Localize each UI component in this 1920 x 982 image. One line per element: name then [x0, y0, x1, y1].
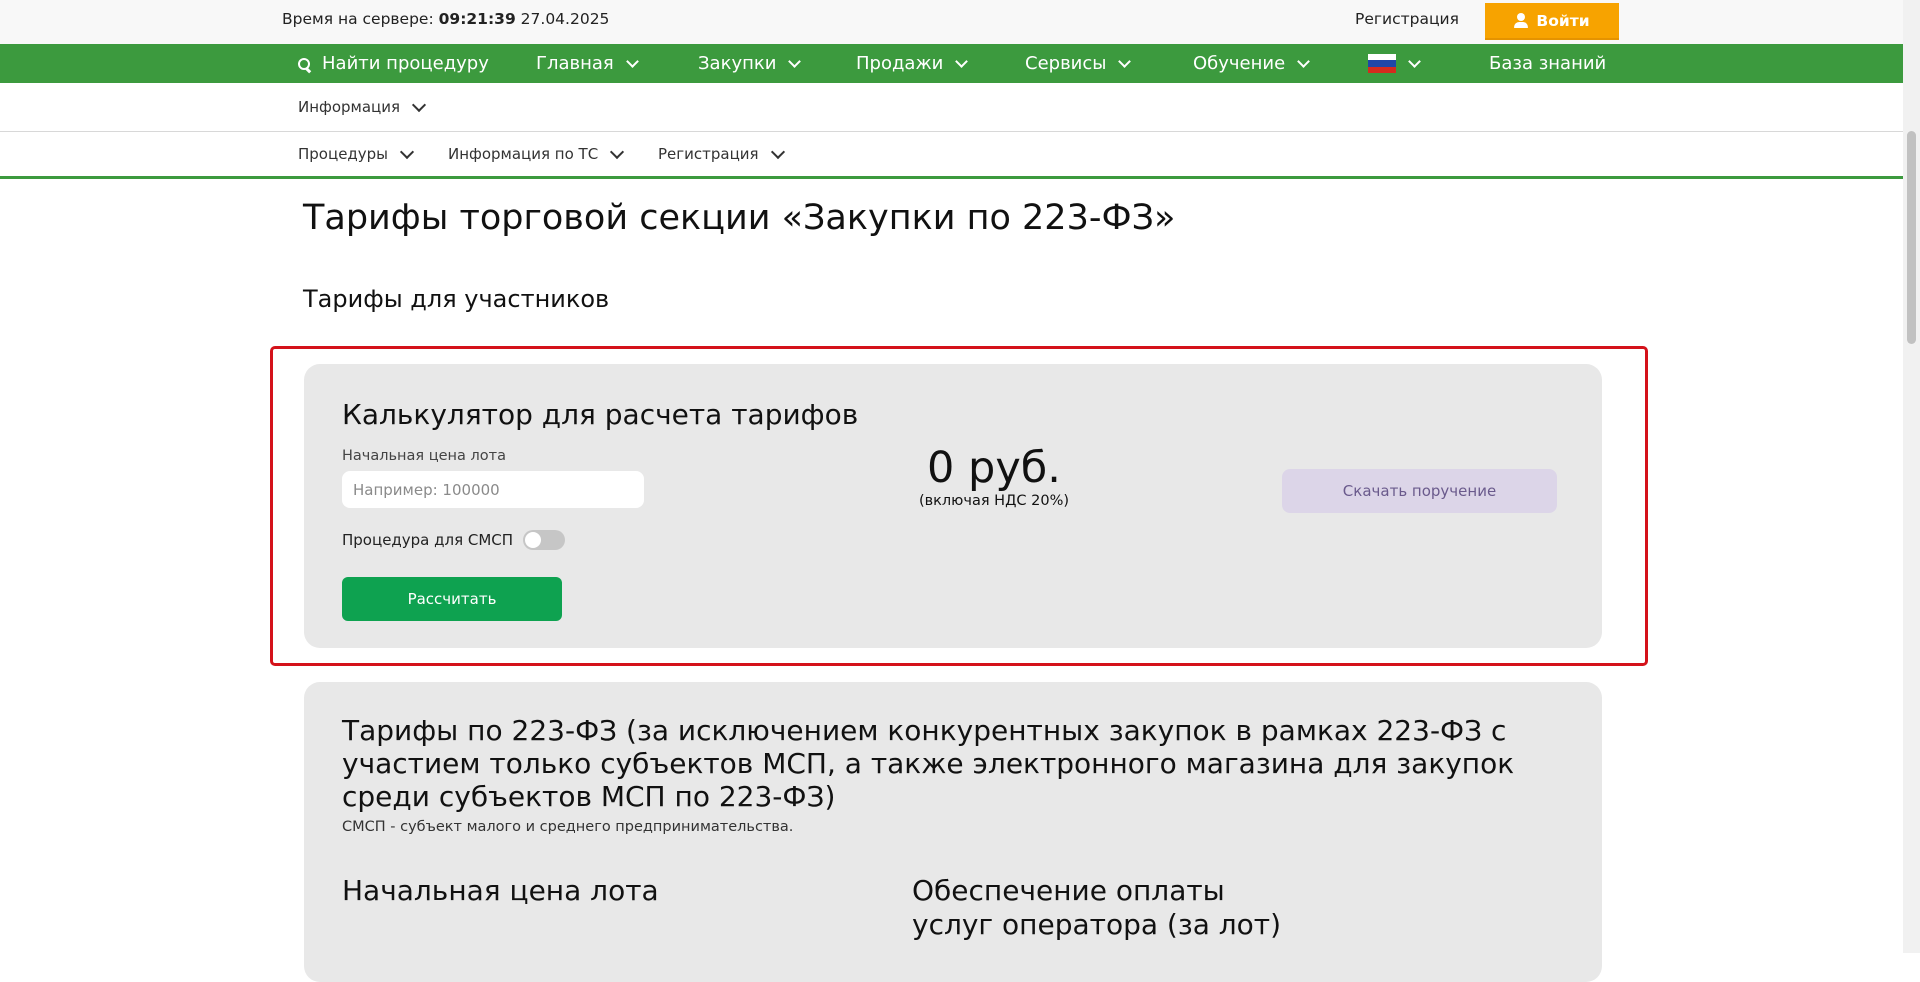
scrollbar-thumb[interactable]: [1907, 131, 1916, 344]
nav-item-education[interactable]: Обучение: [1193, 44, 1311, 83]
subnav-item-label: Информация по ТС: [448, 145, 599, 163]
nav-item-label: Главная: [536, 53, 614, 74]
subnav-item-label: Процедуры: [298, 145, 389, 163]
page-title: Тарифы торговой секции «Закупки по 223-Ф…: [303, 198, 1176, 238]
nav-item-label: Сервисы: [1025, 53, 1107, 74]
chevron-down-icon: [788, 54, 802, 68]
find-procedure-link[interactable]: Найти процедуру: [298, 44, 489, 83]
chevron-down-icon: [625, 54, 639, 68]
chevron-down-icon: [1408, 54, 1421, 68]
language-selector[interactable]: [1368, 44, 1421, 83]
sub-nav-primary: Информация: [0, 83, 1903, 132]
chevron-down-icon: [399, 144, 415, 159]
subnav-item-label: Регистрация: [658, 145, 759, 163]
server-date-value: 27.04.2025: [520, 10, 610, 28]
top-bar: Время на сервере: 09:21:39 27.04.2025 Ре…: [0, 0, 1903, 44]
main-nav: Найти процедуру Главная Закупки Продажи …: [0, 44, 1903, 83]
login-label: Войти: [1536, 11, 1590, 30]
tariff-subtitle: СМСП - субъект малого и среднего предпри…: [342, 819, 794, 835]
nav-item-main[interactable]: Главная: [536, 44, 639, 83]
nav-item-sales[interactable]: Продажи: [856, 44, 969, 83]
sub-nav-secondary: Процедуры Информация по ТС Регистрация: [0, 132, 1903, 179]
column-header-operator-fee: Обеспечение оплаты услуг оператора (за л…: [912, 874, 1292, 942]
server-time-label: Время на сервере:: [282, 10, 434, 28]
russia-flag-icon: [1368, 54, 1396, 73]
nav-item-label: Обучение: [1193, 53, 1286, 74]
page: Время на сервере: 09:21:39 27.04.2025 Ре…: [0, 0, 1903, 179]
user-icon: [1514, 13, 1529, 28]
chevron-down-icon: [411, 97, 427, 112]
operator-fee-line-1: Обеспечение оплаты: [912, 874, 1225, 907]
highlight-frame: [270, 346, 1648, 666]
operator-fee-line-2: услуг оператора (за лот): [912, 908, 1282, 941]
subnav-item-information[interactable]: Информация: [298, 83, 427, 131]
nav-item-purchases[interactable]: Закупки: [698, 44, 802, 83]
chevron-down-icon: [955, 54, 969, 68]
subnav-item-procedures[interactable]: Процедуры: [298, 132, 415, 176]
search-icon: [298, 57, 310, 70]
chevron-down-icon: [1297, 54, 1311, 68]
chevron-down-icon: [610, 144, 625, 159]
login-button[interactable]: Войти: [1485, 3, 1619, 40]
tariff-info-card: Тарифы по 223-ФЗ (за исключением конкуре…: [304, 682, 1602, 982]
section-title: Тарифы для участников: [303, 285, 610, 313]
nav-item-label: Продажи: [856, 53, 944, 74]
subnav-item-ts-info[interactable]: Информация по ТС: [448, 132, 625, 176]
subnav-item-registration[interactable]: Регистрация: [658, 132, 785, 176]
chevron-down-icon: [770, 144, 785, 159]
column-header-lot-price: Начальная цена лота: [342, 874, 659, 907]
register-link[interactable]: Регистрация: [1355, 10, 1459, 28]
subnav-item-label: Информация: [298, 98, 401, 116]
chevron-down-icon: [1118, 54, 1132, 68]
nav-item-label: Закупки: [698, 53, 777, 74]
tariff-title: Тарифы по 223-ФЗ (за исключением конкуре…: [342, 714, 1515, 813]
find-procedure-label: Найти процедуру: [322, 53, 489, 74]
server-time-value: 09:21:39: [438, 10, 516, 28]
server-time: Время на сервере: 09:21:39 27.04.2025: [282, 10, 609, 28]
knowledge-base-link[interactable]: База знаний: [1489, 44, 1606, 83]
nav-item-services[interactable]: Сервисы: [1025, 44, 1132, 83]
